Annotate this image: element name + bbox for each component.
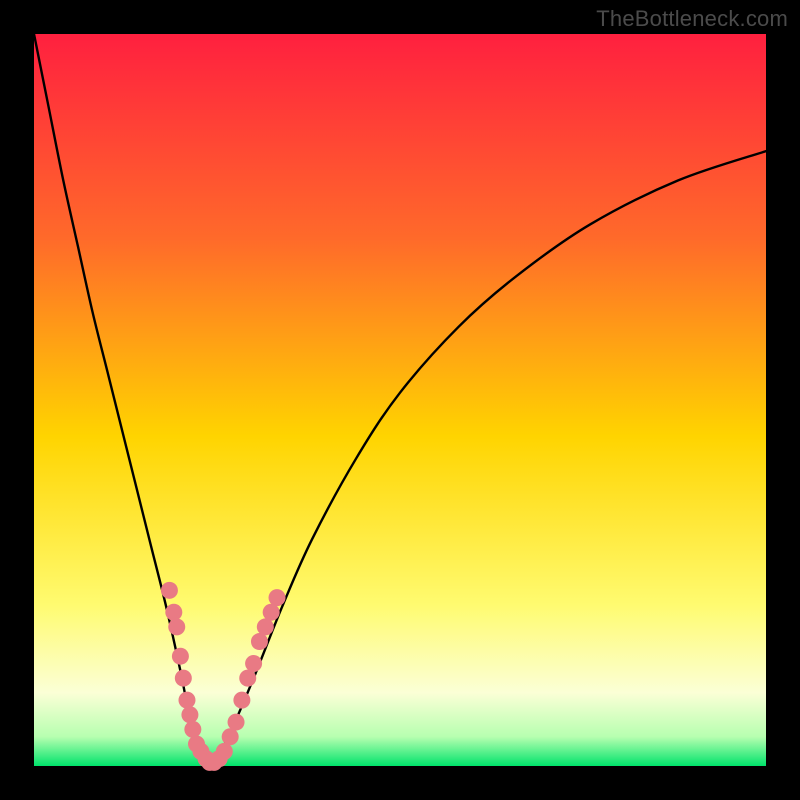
sample-dot: [161, 582, 178, 599]
sample-dot: [257, 618, 274, 635]
sample-dot: [168, 618, 185, 635]
sample-dot: [233, 692, 250, 709]
sample-dot: [269, 589, 286, 606]
chart-frame: TheBottleneck.com: [0, 0, 800, 800]
sample-dots: [161, 582, 286, 771]
plot-area: [34, 34, 766, 766]
sample-dot: [165, 604, 182, 621]
sample-dot: [181, 706, 198, 723]
sample-dot: [228, 714, 245, 731]
sample-dot: [222, 728, 239, 745]
sample-dot: [178, 692, 195, 709]
sample-dot: [172, 648, 189, 665]
bottleneck-curve: [34, 34, 766, 766]
sample-dot: [184, 721, 201, 738]
sample-dot: [251, 633, 268, 650]
sample-dot: [263, 604, 280, 621]
sample-dot: [245, 655, 262, 672]
chart-svg: [34, 34, 766, 766]
sample-dot: [239, 670, 256, 687]
sample-dot: [216, 743, 233, 760]
sample-dot: [175, 670, 192, 687]
watermark-text: TheBottleneck.com: [596, 6, 788, 32]
